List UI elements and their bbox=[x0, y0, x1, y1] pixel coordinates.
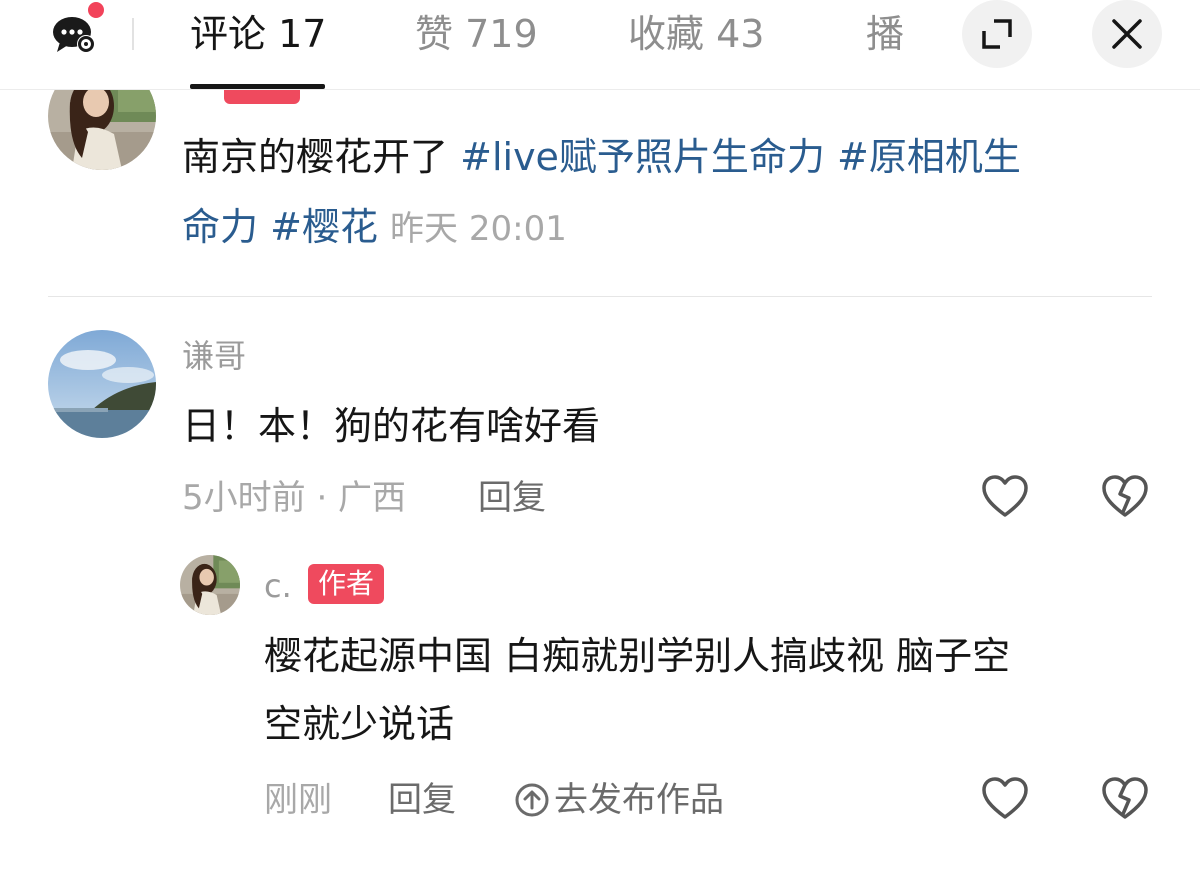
tab-favorites-count: 43 bbox=[716, 12, 765, 56]
notification-dot bbox=[86, 0, 106, 20]
reply-text: 樱花起源中国 白痴就别学别人搞歧视 脑子空 空就少说话 bbox=[264, 622, 1010, 758]
close-button[interactable] bbox=[1092, 0, 1162, 68]
commenter-username[interactable]: 谦哥 bbox=[182, 336, 246, 376]
tab-likes-count: 719 bbox=[465, 12, 538, 56]
tab-comments[interactable]: 评论 17 bbox=[190, 12, 326, 56]
hashtag-sakura[interactable]: #樱花 bbox=[270, 205, 378, 249]
like-button[interactable] bbox=[980, 472, 1030, 522]
expand-icon bbox=[982, 19, 1012, 49]
post-text: 南京的樱花开了 #live赋予照片生命力 #原相机生 命力 #樱花 昨天 20:… bbox=[182, 122, 1162, 264]
reply-reply-button[interactable]: 回复 bbox=[388, 780, 456, 820]
header-divider bbox=[132, 18, 134, 50]
publish-work-button[interactable]: 去发布作品 bbox=[514, 780, 724, 820]
tab-likes-label: 赞 bbox=[415, 12, 454, 56]
reply-like-button[interactable] bbox=[980, 774, 1030, 824]
tab-comments-label: 评论 bbox=[190, 12, 267, 56]
broken-heart-icon bbox=[1102, 777, 1148, 819]
tab-favorites[interactable]: 收藏 43 bbox=[628, 12, 764, 56]
hashtag-camera-part1[interactable]: #原相机生 bbox=[837, 135, 1021, 179]
close-icon bbox=[1112, 19, 1142, 49]
divider bbox=[48, 296, 1152, 297]
dislike-button[interactable] bbox=[1100, 472, 1150, 522]
message-settings-icon[interactable] bbox=[52, 14, 98, 56]
comment-text: 日！本！狗的花有啥好看 bbox=[182, 404, 601, 448]
upload-circle-icon bbox=[515, 783, 549, 817]
reply-button[interactable]: 回复 bbox=[478, 478, 546, 518]
tab-comments-count: 17 bbox=[278, 12, 327, 56]
reply-text-line2: 空就少说话 bbox=[264, 702, 455, 746]
publish-work-label: 去发布作品 bbox=[554, 780, 724, 820]
reply-time: 刚刚 bbox=[264, 780, 332, 820]
expand-button[interactable] bbox=[962, 0, 1032, 68]
tab-plays[interactable]: 播 bbox=[866, 12, 904, 56]
reply-dislike-button[interactable] bbox=[1100, 774, 1150, 824]
heart-icon bbox=[982, 777, 1028, 819]
tab-favorites-label: 收藏 bbox=[628, 12, 705, 56]
reply-author-badge: 作者 bbox=[308, 564, 385, 604]
heart-icon bbox=[982, 475, 1028, 517]
hashtag-camera-part2[interactable]: 命力 bbox=[182, 205, 258, 249]
broken-heart-icon bbox=[1102, 475, 1148, 517]
commenter-avatar[interactable] bbox=[48, 330, 156, 438]
reply-username[interactable]: c. bbox=[264, 566, 292, 606]
tab-plays-label: 播 bbox=[866, 12, 905, 56]
reply-author-avatar[interactable] bbox=[180, 555, 240, 615]
active-tab-indicator bbox=[190, 84, 325, 89]
reply-text-line1: 樱花起源中国 白痴就别学别人搞歧视 脑子空 bbox=[264, 634, 1011, 678]
hashtag-live[interactable]: #live赋予照片生命力 bbox=[460, 135, 825, 179]
post-time: 昨天 20:01 bbox=[390, 209, 567, 249]
tab-likes[interactable]: 赞 719 bbox=[415, 12, 538, 56]
comments-header: 评论 17 赞 719 收藏 43 播 bbox=[0, 0, 1200, 90]
comment-meta: 5小时前 · 广西 bbox=[182, 478, 407, 518]
post-text-plain: 南京的樱花开了 bbox=[182, 135, 449, 179]
